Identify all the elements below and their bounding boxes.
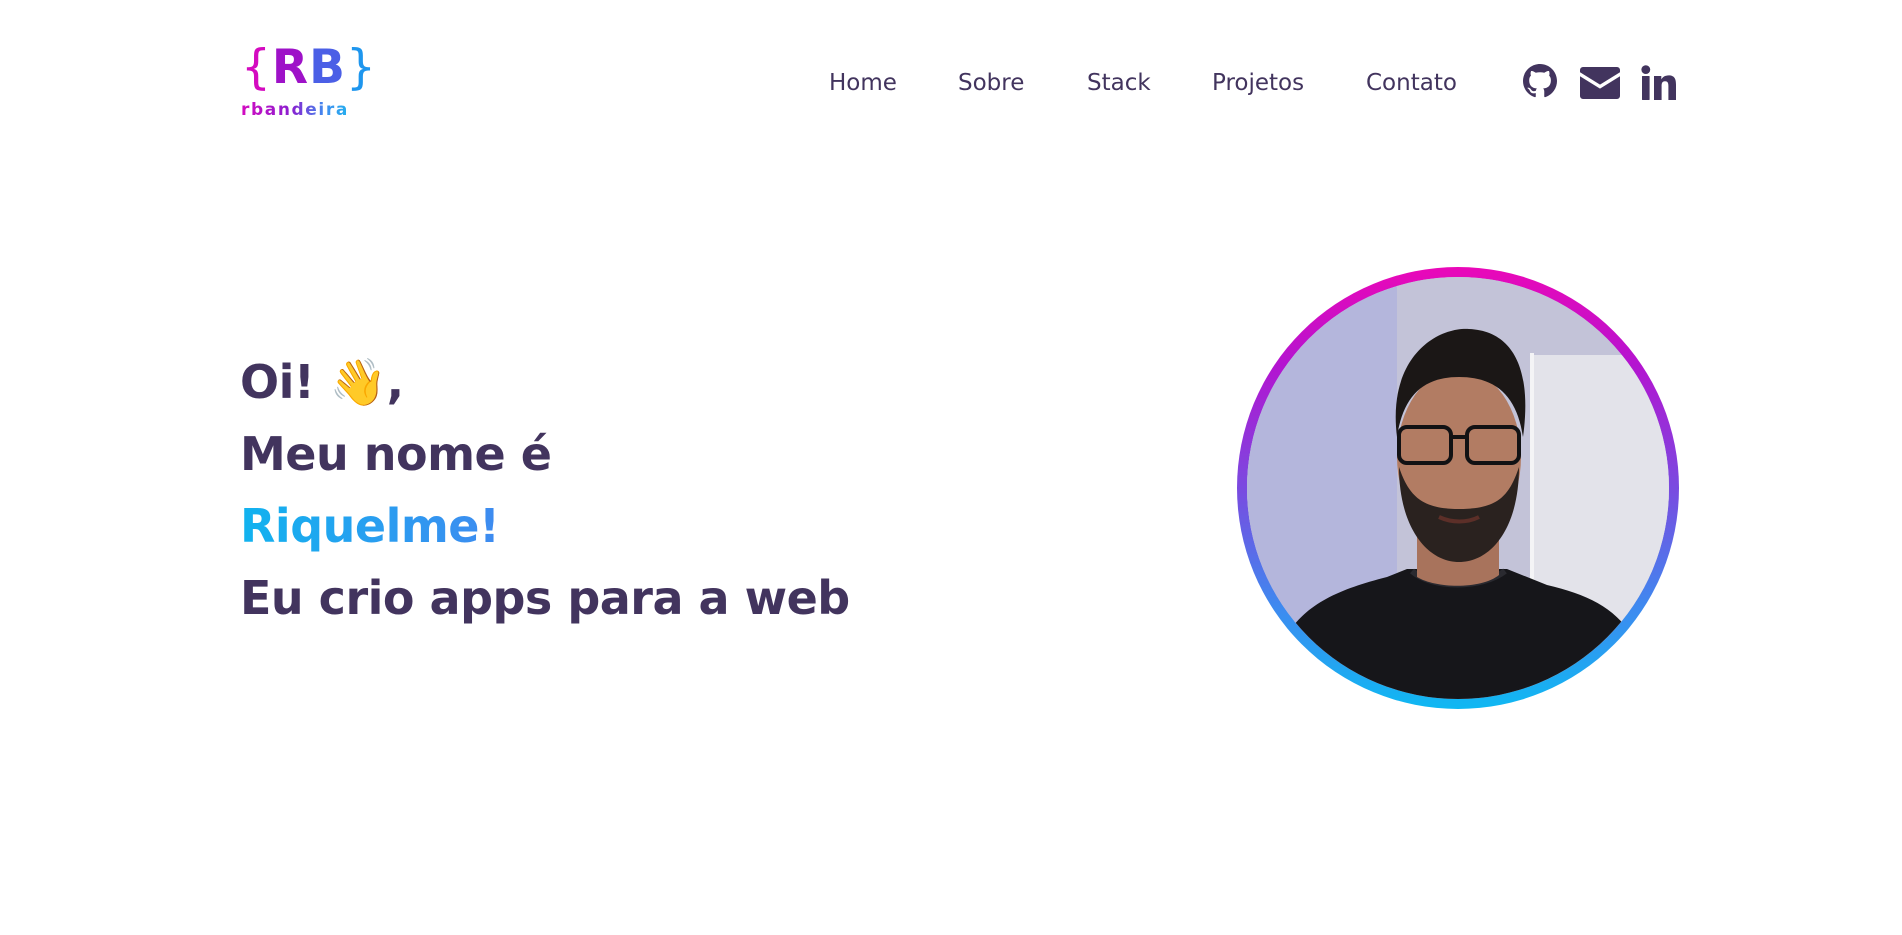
nav-contato-link[interactable]: Contato <box>1366 68 1457 98</box>
hero-name: Riquelme! <box>240 490 940 562</box>
linkedin-icon[interactable] <box>1641 65 1677 101</box>
profile-photo-illustration <box>1247 277 1669 699</box>
mail-icon[interactable] <box>1580 67 1620 99</box>
hero-text: Oi! 👋, Meu nome é Riquelme! Eu crio apps… <box>240 346 940 634</box>
nav-projetos-link[interactable]: Projetos <box>1212 68 1304 98</box>
nav-home-link[interactable]: Home <box>829 68 897 98</box>
github-icon[interactable] <box>1523 64 1557 98</box>
profile-photo <box>1247 277 1669 699</box>
nav-sobre-link[interactable]: Sobre <box>958 68 1024 98</box>
main-nav: Home Sobre Stack Projetos Contato <box>0 64 1902 104</box>
hero-tagline: Eu crio apps para a web <box>240 571 850 625</box>
avatar-ring <box>1237 267 1679 709</box>
hero-greeting: Oi! 👋, <box>240 355 404 409</box>
hero-intro: Meu nome é <box>240 427 552 481</box>
nav-stack-link[interactable]: Stack <box>1087 68 1151 98</box>
